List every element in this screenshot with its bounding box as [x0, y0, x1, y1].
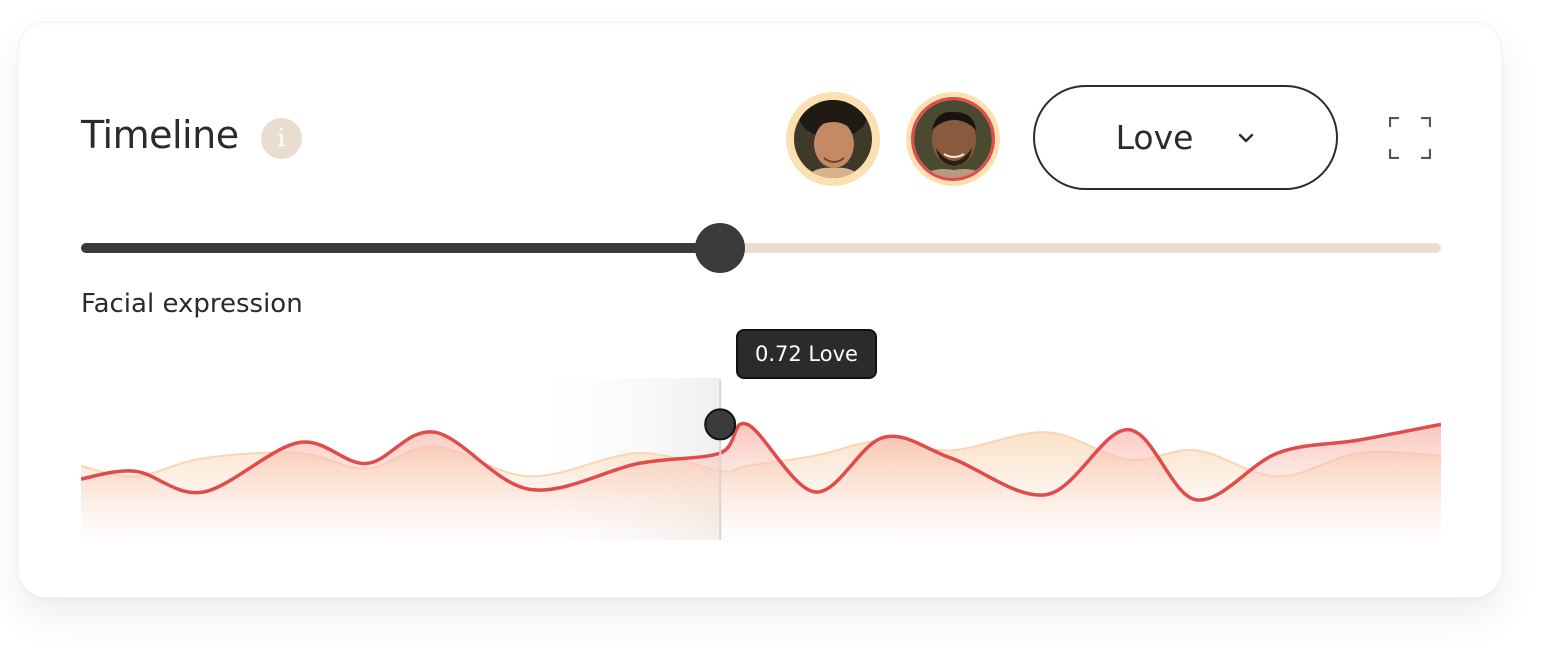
- timeline-slider-fill: [81, 243, 721, 253]
- avatar-woman[interactable]: [786, 92, 880, 186]
- section-label: Facial expression: [81, 289, 303, 319]
- avatar-man-photo: [914, 100, 992, 178]
- series-1-area: [81, 423, 1441, 543]
- timeline-card: Timeline i Love Facial expression 0.72 L…: [18, 22, 1502, 598]
- info-icon[interactable]: i: [261, 118, 302, 159]
- page-title: Timeline: [81, 113, 239, 157]
- fullscreen-icon[interactable]: [1389, 117, 1431, 159]
- avatar-man-ring: [911, 97, 995, 181]
- chevron-down-icon: [1239, 133, 1254, 142]
- highlight-point[interactable]: [704, 408, 737, 441]
- emotion-select[interactable]: Love: [1033, 85, 1338, 190]
- timeline-slider-thumb[interactable]: [695, 223, 746, 273]
- avatar-woman-photo: [794, 100, 872, 178]
- timeline-slider[interactable]: [81, 223, 1441, 273]
- avatar-man[interactable]: [906, 92, 1000, 186]
- emotion-select-value: Love: [1115, 118, 1194, 157]
- value-tooltip: 0.72 Love: [736, 329, 877, 379]
